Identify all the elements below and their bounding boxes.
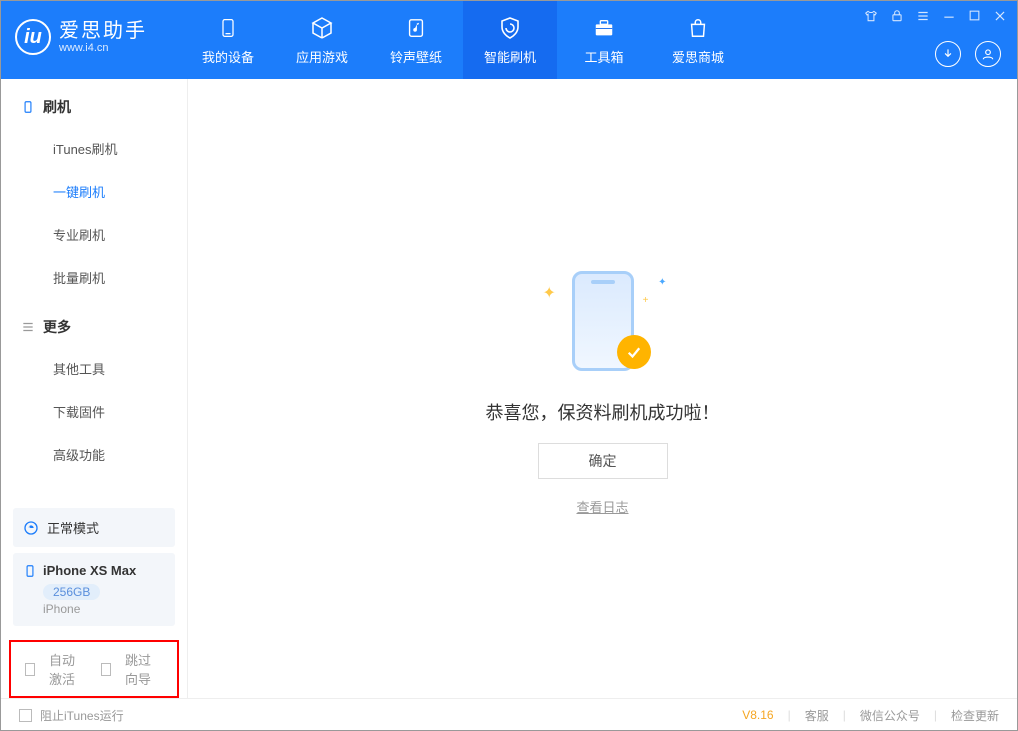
sparkle-icon: ✦ <box>658 277 666 288</box>
close-icon[interactable] <box>993 9 1007 26</box>
checkbox-skip[interactable] <box>101 663 111 676</box>
logo-icon: iu <box>15 19 51 55</box>
sparkle-icon: + <box>643 295 649 306</box>
phone-icon <box>23 564 37 578</box>
minimize-icon[interactable] <box>942 9 956 26</box>
header-actions <box>935 41 1001 67</box>
shirt-icon[interactable] <box>864 9 878 26</box>
list-icon <box>21 320 35 334</box>
nav-wallpaper[interactable]: 铃声壁纸 <box>369 1 463 79</box>
sidebar-item-itunes[interactable]: iTunes刷机 <box>1 127 187 170</box>
sidebar-item-advanced[interactable]: 高级功能 <box>1 433 187 476</box>
device-type: iPhone <box>43 602 165 616</box>
sparkle-icon: ✦ <box>543 283 556 303</box>
nav-apps[interactable]: 应用游戏 <box>275 1 369 79</box>
wechat-link[interactable]: 微信公众号 <box>860 707 920 724</box>
phone-icon <box>215 15 241 41</box>
app-name: 爱思助手 <box>59 20 147 42</box>
version-label: V8.16 <box>742 708 773 722</box>
success-illustration: ✦ ✦ + <box>533 261 673 381</box>
app-logo: iu 爱思助手 www.i4.cn <box>1 1 161 73</box>
sync-icon <box>23 520 39 536</box>
sidebar-item-firmware[interactable]: 下载固件 <box>1 390 187 433</box>
sidebar-head-more: 更多 <box>1 317 187 347</box>
download-button[interactable] <box>935 41 961 67</box>
top-nav: 我的设备 应用游戏 铃声壁纸 智能刷机 工具箱 爱思商城 <box>181 1 745 79</box>
label-block-itunes: 阻止iTunes运行 <box>40 707 124 724</box>
nav-flash[interactable]: 智能刷机 <box>463 1 557 79</box>
sidebar-item-other[interactable]: 其他工具 <box>1 347 187 390</box>
update-link[interactable]: 检查更新 <box>951 707 999 724</box>
nav-device[interactable]: 我的设备 <box>181 1 275 79</box>
app-domain: www.i4.cn <box>59 42 147 54</box>
device-icon <box>21 100 35 114</box>
bag-icon <box>685 15 711 41</box>
music-icon <box>403 15 429 41</box>
cube-icon <box>309 15 335 41</box>
mode-label: 正常模式 <box>47 518 99 537</box>
confirm-button[interactable]: 确定 <box>538 443 668 479</box>
label-skip: 跳过向导 <box>125 650 163 688</box>
check-icon <box>617 335 651 369</box>
mode-box[interactable]: 正常模式 <box>13 508 175 547</box>
nav-store[interactable]: 爱思商城 <box>651 1 745 79</box>
sidebar-item-pro[interactable]: 专业刷机 <box>1 213 187 256</box>
support-link[interactable]: 客服 <box>805 707 829 724</box>
maximize-icon[interactable] <box>968 9 981 26</box>
shield-icon <box>497 15 523 41</box>
user-button[interactable] <box>975 41 1001 67</box>
sidebar-item-batch[interactable]: 批量刷机 <box>1 256 187 299</box>
sidebar-item-onekey[interactable]: 一键刷机 <box>1 170 187 213</box>
sidebar: 刷机 iTunes刷机 一键刷机 专业刷机 批量刷机 更多 其他工具 下载固件 … <box>1 79 188 698</box>
sidebar-head-flash: 刷机 <box>1 97 187 127</box>
label-activate: 自动激活 <box>49 650 87 688</box>
device-box[interactable]: iPhone XS Max 256GB iPhone <box>13 553 175 626</box>
highlighted-options: 自动激活 跳过向导 <box>9 640 179 698</box>
app-header: iu 爱思助手 www.i4.cn 我的设备 应用游戏 铃声壁纸 智能刷机 工具… <box>1 1 1017 79</box>
menu-icon[interactable] <box>916 9 930 26</box>
checkbox-block-itunes[interactable] <box>19 709 32 722</box>
lock-icon[interactable] <box>890 9 904 26</box>
window-controls <box>864 9 1007 26</box>
nav-toolbox[interactable]: 工具箱 <box>557 1 651 79</box>
success-message: 恭喜您，保资料刷机成功啦！ <box>486 399 720 425</box>
device-storage: 256GB <box>43 584 100 600</box>
view-log-link[interactable]: 查看日志 <box>576 497 628 516</box>
toolbox-icon <box>591 15 617 41</box>
main-content: ✦ ✦ + 恭喜您，保资料刷机成功啦！ 确定 查看日志 <box>188 79 1017 698</box>
status-bar: 阻止iTunes运行 V8.16 | 客服 | 微信公众号 | 检查更新 <box>1 698 1017 731</box>
checkbox-activate[interactable] <box>25 663 35 676</box>
device-name: iPhone XS Max <box>43 563 136 578</box>
